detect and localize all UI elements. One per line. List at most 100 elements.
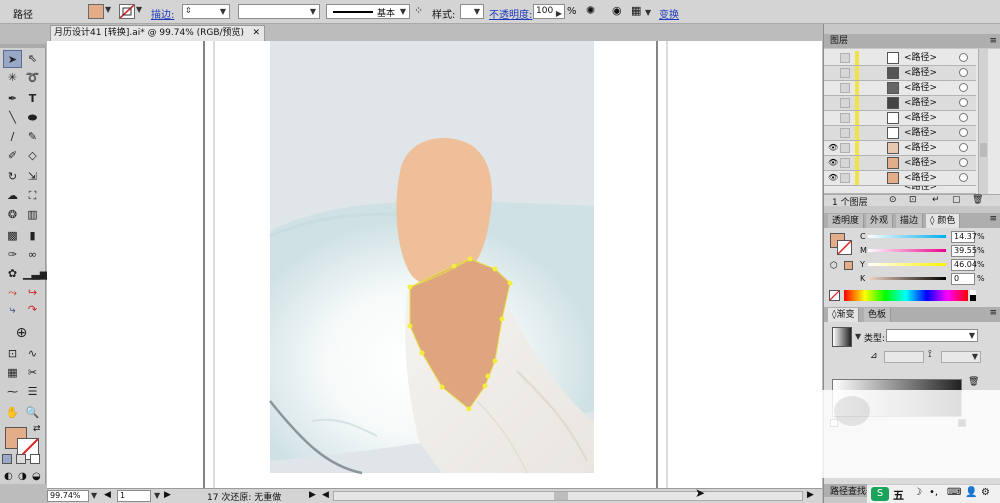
keyboard-icon[interactable]: ⌨ (947, 487, 961, 498)
graph-tool-icon[interactable]: ▁▃▅ (23, 265, 48, 283)
shape-builder-icon[interactable]: ❂ (3, 206, 22, 224)
perspective-grid-icon[interactable]: ▥ (23, 206, 42, 224)
make-clip-icon[interactable]: ⊡ (909, 195, 917, 205)
tab-swatches[interactable]: 色板 (864, 308, 892, 322)
magenta-value[interactable]: 39.55 (951, 245, 977, 257)
dots-icon[interactable]: ⁘ (414, 4, 423, 17)
black-value[interactable]: 0 (951, 273, 975, 285)
lock-toggle[interactable] (840, 53, 850, 63)
lock-toggle[interactable] (840, 173, 850, 183)
variable-width-select[interactable]: ▼ (238, 4, 320, 19)
aspect-field[interactable]: ▼ (941, 351, 981, 363)
opacity-field[interactable]: 100 ▶ (533, 4, 565, 19)
symbol-sprayer-icon[interactable]: ✿ (3, 265, 22, 283)
pen-tool-icon[interactable]: ✒ (3, 90, 22, 108)
yellow-value[interactable]: 46.04 (951, 259, 977, 271)
tab-transparency[interactable]: 透明度 (828, 214, 865, 228)
target-circle-icon[interactable] (959, 83, 968, 92)
page-dropdown-icon[interactable]: ▼ (154, 491, 160, 500)
free-transform-icon[interactable]: ⛶ (23, 187, 42, 205)
settings-icon[interactable]: ⚙ (981, 487, 990, 498)
magic-wand-icon[interactable]: ✳ (3, 69, 22, 87)
layers-scrollbar[interactable] (978, 49, 988, 199)
style-select[interactable]: ▼ (460, 4, 484, 19)
direct-selection-tool-icon[interactable]: ⇖ (23, 50, 42, 68)
swap-colors-icon[interactable]: ⇄ (33, 424, 41, 434)
recolor-icon[interactable]: ✺ (586, 4, 595, 17)
next-page-icon[interactable]: ▶ (164, 490, 171, 500)
layer-row[interactable]: <路径> (824, 111, 976, 126)
cyan-slider[interactable] (868, 235, 946, 238)
sogou-icon[interactable]: S (871, 487, 889, 501)
screen-mode-icon[interactable]: ◑ (18, 471, 27, 482)
visibility-eye-icon[interactable] (828, 128, 838, 138)
gradient-panel-menu-icon[interactable]: ≡ (989, 308, 997, 318)
target-circle-icon[interactable] (959, 53, 968, 62)
layer-row[interactable]: 👁 <路径> (824, 171, 976, 186)
puppet-warp-icon[interactable]: ☰ (23, 383, 42, 401)
moon-icon[interactable]: ☽ (913, 487, 922, 498)
ime-char[interactable]: 五 (893, 487, 904, 503)
target-circle-icon[interactable] (959, 68, 968, 77)
tab-stroke[interactable]: 描边 (896, 214, 924, 228)
lock-toggle[interactable] (840, 113, 850, 123)
lock-toggle[interactable] (840, 68, 850, 78)
gradient-preview[interactable] (832, 327, 852, 347)
delete-layer-icon[interactable]: 🗑 (972, 195, 983, 205)
color-mode-icon[interactable] (2, 454, 12, 464)
horizontal-scrollbar[interactable] (333, 491, 803, 501)
layer-row[interactable]: <路径> (824, 66, 976, 81)
blend-tool-icon[interactable]: ∞ (23, 246, 42, 264)
anchor-delete-icon[interactable]: ⤷ (3, 301, 22, 319)
layer-row[interactable]: <路径> (824, 81, 976, 96)
close-tab-icon[interactable]: ✕ (252, 26, 260, 40)
delete-stop-icon[interactable]: 🗑 (968, 377, 979, 387)
lasso-icon[interactable]: ➰ (23, 69, 42, 87)
color-panel-menu-icon[interactable]: ≡ (989, 214, 997, 224)
target-circle-icon[interactable] (959, 113, 968, 122)
cyan-value[interactable]: 14.37 (951, 231, 977, 243)
stroke-swatch[interactable] (119, 4, 135, 19)
punct-icon[interactable]: •, (929, 487, 938, 498)
lock-toggle[interactable] (840, 143, 850, 153)
layer-row[interactable]: 👁 <路径> (824, 141, 976, 156)
paintbrush-icon[interactable]: ∕ (3, 128, 22, 146)
align-dropdown-icon[interactable]: ▼ (645, 8, 651, 17)
stroke-link[interactable]: 描边: (151, 6, 174, 21)
fill-dropdown[interactable]: ▼ (105, 4, 115, 19)
visibility-eye-icon[interactable]: 👁 (828, 173, 838, 183)
color-spectrum[interactable] (844, 290, 968, 301)
fullscreen-icon[interactable]: ◒ (32, 471, 41, 482)
layer-row[interactable]: 👁 <路径> (824, 156, 976, 171)
zoom-tool-icon[interactable]: 🔍 (23, 404, 42, 422)
target-circle-icon[interactable] (959, 158, 968, 167)
target-circle-icon[interactable] (959, 98, 968, 107)
draw-mode-icon[interactable]: ◐ (4, 471, 13, 482)
tab-appearance[interactable]: 外观 (866, 214, 894, 228)
cube-icon[interactable]: ⬡ (830, 261, 838, 271)
scissors-icon[interactable]: ✂ (23, 364, 42, 382)
scroll-thumb[interactable] (554, 492, 568, 500)
document-tab[interactable]: 月历设计41 [转换].ai* @ 99.74% (RGB/预览) ✕ (50, 25, 265, 41)
locate-object-icon[interactable]: ⊙ (889, 195, 897, 205)
yellow-slider[interactable] (868, 263, 946, 266)
new-layer-icon[interactable]: ▢ (952, 195, 961, 205)
angle-field[interactable] (884, 351, 924, 363)
panel-menu-icon[interactable]: ≡ (989, 34, 997, 48)
lock-toggle[interactable] (840, 83, 850, 93)
eyedropper-icon[interactable]: ✑ (3, 246, 22, 264)
lock-toggle[interactable] (840, 98, 850, 108)
crosshair-icon[interactable]: ⊕ (12, 324, 31, 342)
none-color-icon[interactable] (829, 290, 840, 301)
eraser-icon[interactable]: ◇ (23, 147, 42, 165)
pencil-icon[interactable]: ✎ (23, 128, 42, 146)
visibility-eye-icon[interactable] (828, 68, 838, 78)
anchor-convert-icon[interactable]: ↪ (23, 284, 42, 302)
mesh-tool-icon[interactable]: ▩ (3, 227, 22, 245)
visibility-eye-icon[interactable]: 👁 (828, 158, 838, 168)
scroll-right-icon[interactable]: ▶ (807, 490, 814, 500)
fill-swatch[interactable] (88, 4, 104, 19)
selection-tool-icon[interactable]: ➤ (3, 50, 22, 68)
anchor-add-icon[interactable]: ⤳ (3, 284, 22, 302)
gradient-type-select[interactable]: ▼ (886, 329, 978, 342)
